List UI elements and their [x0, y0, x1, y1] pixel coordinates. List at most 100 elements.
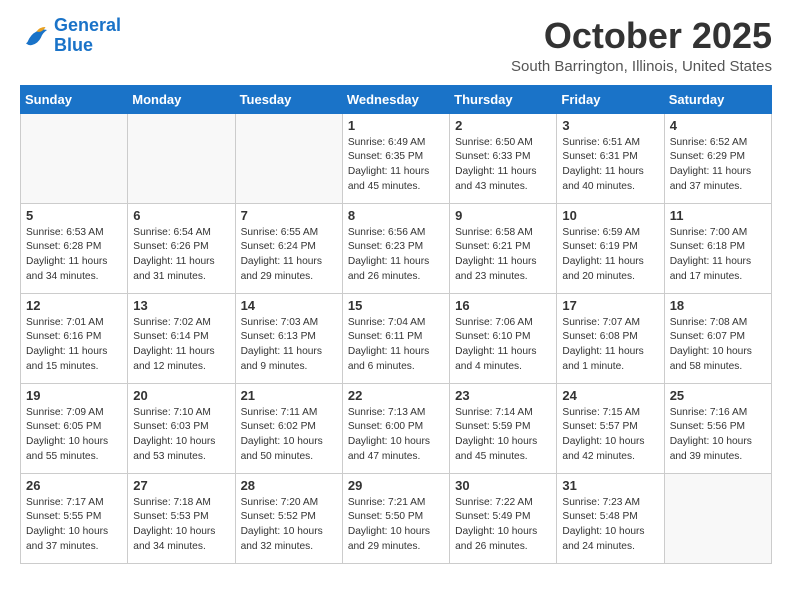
calendar-cell: 20 Sunrise: 7:10 AMSunset: 6:03 PMDayligh…	[128, 383, 235, 473]
day-number: 13	[133, 298, 229, 313]
day-number: 19	[26, 388, 122, 403]
day-info: Sunrise: 6:49 AMSunset: 6:35 PMDaylight:…	[348, 136, 444, 195]
day-info: Sunrise: 7:07 AMSunset: 6:08 PMDaylight:…	[562, 316, 658, 375]
day-number: 1	[348, 118, 444, 133]
day-number: 6	[133, 208, 229, 223]
calendar-cell: 23 Sunrise: 7:14 AMSunset: 5:59 PMDayligh…	[450, 383, 557, 473]
day-number: 21	[241, 388, 337, 403]
day-number: 16	[455, 298, 551, 313]
logo-text: General Blue	[54, 16, 121, 56]
day-number: 20	[133, 388, 229, 403]
day-number: 17	[562, 298, 658, 313]
day-number: 18	[670, 298, 766, 313]
day-info: Sunrise: 6:53 AMSunset: 6:28 PMDaylight:…	[26, 226, 122, 285]
day-info: Sunrise: 7:22 AMSunset: 5:49 PMDaylight:…	[455, 496, 551, 555]
weekday-header-saturday: Saturday	[664, 85, 771, 113]
calendar-week-row: 26 Sunrise: 7:17 AMSunset: 5:55 PMDayligh…	[21, 473, 772, 563]
calendar-week-row: 12 Sunrise: 7:01 AMSunset: 6:16 PMDayligh…	[21, 293, 772, 383]
day-info: Sunrise: 7:02 AMSunset: 6:14 PMDaylight:…	[133, 316, 229, 375]
calendar-cell: 15Sunrise: 7:04 AMSunset: 6:11 PMDayligh…	[342, 293, 449, 383]
day-info: Sunrise: 7:20 AMSunset: 5:52 PMDaylight:…	[241, 496, 337, 555]
weekday-header-row: SundayMondayTuesdayWednesdayThursdayFrid…	[21, 85, 772, 113]
day-info: Sunrise: 6:58 AMSunset: 6:21 PMDaylight:…	[455, 226, 551, 285]
day-info: Sunrise: 7:13 AMSunset: 6:00 PMDaylight:…	[348, 406, 444, 465]
calendar-cell: 9 Sunrise: 6:58 AMSunset: 6:21 PMDaylight…	[450, 203, 557, 293]
day-number: 9	[455, 208, 551, 223]
day-number: 15	[348, 298, 444, 313]
day-info: Sunrise: 7:18 AMSunset: 5:53 PMDaylight:…	[133, 496, 229, 555]
calendar-cell: 3 Sunrise: 6:51 AMSunset: 6:31 PMDaylight…	[557, 113, 664, 203]
day-info: Sunrise: 7:21 AMSunset: 5:50 PMDaylight:…	[348, 496, 444, 555]
day-info: Sunrise: 7:14 AMSunset: 5:59 PMDaylight:…	[455, 406, 551, 465]
calendar-cell: 7Sunrise: 6:55 AMSunset: 6:24 PMDaylight…	[235, 203, 342, 293]
calendar-cell: 11 Sunrise: 7:00 AMSunset: 6:18 PMDayligh…	[664, 203, 771, 293]
day-number: 5	[26, 208, 122, 223]
calendar-cell: 16 Sunrise: 7:06 AMSunset: 6:10 PMDayligh…	[450, 293, 557, 383]
day-info: Sunrise: 6:50 AMSunset: 6:33 PMDaylight:…	[455, 136, 551, 195]
calendar-cell: 6 Sunrise: 6:54 AMSunset: 6:26 PMDaylight…	[128, 203, 235, 293]
day-info: Sunrise: 6:56 AMSunset: 6:23 PMDaylight:…	[348, 226, 444, 285]
calendar-week-row: 19 Sunrise: 7:09 AMSunset: 6:05 PMDayligh…	[21, 383, 772, 473]
day-number: 11	[670, 208, 766, 223]
day-number: 12	[26, 298, 122, 313]
calendar-cell: 25Sunrise: 7:16 AMSunset: 5:56 PMDayligh…	[664, 383, 771, 473]
day-number: 2	[455, 118, 551, 133]
calendar-cell: 31 Sunrise: 7:23 AMSunset: 5:48 PMDayligh…	[557, 473, 664, 563]
day-info: Sunrise: 7:03 AMSunset: 6:13 PMDaylight:…	[241, 316, 337, 375]
day-info: Sunrise: 7:09 AMSunset: 6:05 PMDaylight:…	[26, 406, 122, 465]
weekday-header-sunday: Sunday	[21, 85, 128, 113]
day-number: 22	[348, 388, 444, 403]
day-number: 10	[562, 208, 658, 223]
day-number: 30	[455, 478, 551, 493]
calendar-cell	[128, 113, 235, 203]
day-info: Sunrise: 7:15 AMSunset: 5:57 PMDaylight:…	[562, 406, 658, 465]
day-number: 14	[241, 298, 337, 313]
month-title: October 2025	[511, 16, 772, 56]
day-number: 4	[670, 118, 766, 133]
calendar-cell: 18 Sunrise: 7:08 AMSunset: 6:07 PMDayligh…	[664, 293, 771, 383]
day-info: Sunrise: 7:23 AMSunset: 5:48 PMDaylight:…	[562, 496, 658, 555]
day-info: Sunrise: 7:00 AMSunset: 6:18 PMDaylight:…	[670, 226, 766, 285]
day-info: Sunrise: 7:01 AMSunset: 6:16 PMDaylight:…	[26, 316, 122, 375]
day-info: Sunrise: 7:16 AMSunset: 5:56 PMDaylight:…	[670, 406, 766, 465]
calendar-cell: 26 Sunrise: 7:17 AMSunset: 5:55 PMDayligh…	[21, 473, 128, 563]
weekday-header-thursday: Thursday	[450, 85, 557, 113]
calendar-cell	[235, 113, 342, 203]
calendar-cell: 13 Sunrise: 7:02 AMSunset: 6:14 PMDayligh…	[128, 293, 235, 383]
day-number: 31	[562, 478, 658, 493]
day-number: 7	[241, 208, 337, 223]
day-info: Sunrise: 7:17 AMSunset: 5:55 PMDaylight:…	[26, 496, 122, 555]
calendar-cell: 2 Sunrise: 6:50 AMSunset: 6:33 PMDaylight…	[450, 113, 557, 203]
day-number: 3	[562, 118, 658, 133]
day-info: Sunrise: 6:59 AMSunset: 6:19 PMDaylight:…	[562, 226, 658, 285]
day-info: Sunrise: 7:10 AMSunset: 6:03 PMDaylight:…	[133, 406, 229, 465]
calendar-cell: 29 Sunrise: 7:21 AMSunset: 5:50 PMDayligh…	[342, 473, 449, 563]
day-info: Sunrise: 7:06 AMSunset: 6:10 PMDaylight:…	[455, 316, 551, 375]
calendar-week-row: 1 Sunrise: 6:49 AMSunset: 6:35 PMDaylight…	[21, 113, 772, 203]
day-number: 26	[26, 478, 122, 493]
day-info: Sunrise: 6:51 AMSunset: 6:31 PMDaylight:…	[562, 136, 658, 195]
calendar-cell: 5 Sunrise: 6:53 AMSunset: 6:28 PMDaylight…	[21, 203, 128, 293]
day-info: Sunrise: 7:11 AMSunset: 6:02 PMDaylight:…	[241, 406, 337, 465]
logo-icon	[20, 21, 50, 51]
day-number: 23	[455, 388, 551, 403]
calendar-table: SundayMondayTuesdayWednesdayThursdayFrid…	[20, 85, 772, 564]
calendar-cell: 8Sunrise: 6:56 AMSunset: 6:23 PMDaylight…	[342, 203, 449, 293]
calendar-cell: 19 Sunrise: 7:09 AMSunset: 6:05 PMDayligh…	[21, 383, 128, 473]
page-header: General Blue October 2025 South Barringt…	[20, 16, 772, 75]
calendar-cell: 1 Sunrise: 6:49 AMSunset: 6:35 PMDaylight…	[342, 113, 449, 203]
weekday-header-friday: Friday	[557, 85, 664, 113]
day-number: 29	[348, 478, 444, 493]
logo: General Blue	[20, 16, 121, 56]
calendar-cell: 28Sunrise: 7:20 AMSunset: 5:52 PMDayligh…	[235, 473, 342, 563]
day-info: Sunrise: 6:54 AMSunset: 6:26 PMDaylight:…	[133, 226, 229, 285]
calendar-cell	[664, 473, 771, 563]
calendar-cell: 10 Sunrise: 6:59 AMSunset: 6:19 PMDayligh…	[557, 203, 664, 293]
day-info: Sunrise: 7:08 AMSunset: 6:07 PMDaylight:…	[670, 316, 766, 375]
calendar-cell: 17 Sunrise: 7:07 AMSunset: 6:08 PMDayligh…	[557, 293, 664, 383]
day-info: Sunrise: 6:52 AMSunset: 6:29 PMDaylight:…	[670, 136, 766, 195]
calendar-cell: 22 Sunrise: 7:13 AMSunset: 6:00 PMDayligh…	[342, 383, 449, 473]
weekday-header-monday: Monday	[128, 85, 235, 113]
weekday-header-tuesday: Tuesday	[235, 85, 342, 113]
calendar-cell: 27Sunrise: 7:18 AMSunset: 5:53 PMDayligh…	[128, 473, 235, 563]
